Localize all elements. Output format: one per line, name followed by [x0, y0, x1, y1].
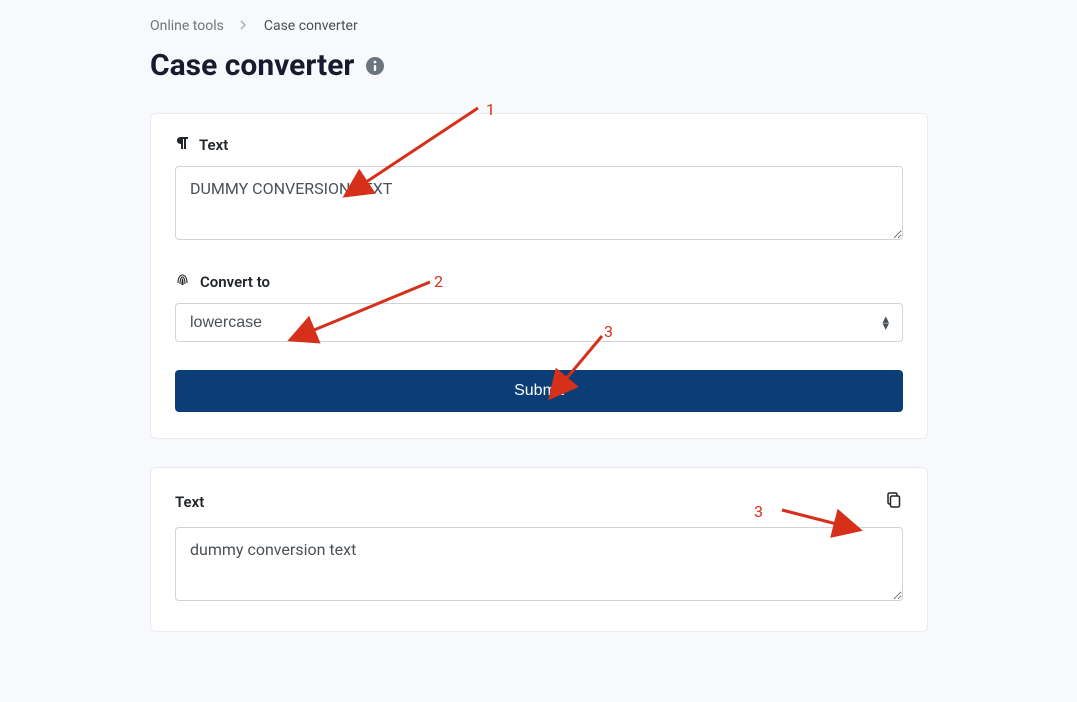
output-label: Text — [175, 493, 204, 511]
copy-icon — [885, 496, 901, 511]
text-input[interactable]: DUMMY CONVERSION TEXT — [175, 166, 903, 240]
text-field-label: Text — [175, 136, 903, 154]
copy-button[interactable] — [883, 490, 903, 513]
output-card: Text dummy conversion text — [150, 467, 928, 632]
convert-to-label-text: Convert to — [200, 273, 270, 291]
text-label-text: Text — [199, 136, 228, 154]
submit-button[interactable]: Submit — [175, 370, 903, 412]
output-text[interactable]: dummy conversion text — [175, 527, 903, 601]
convert-to-select[interactable]: lowercase — [175, 303, 903, 342]
breadcrumb: Online tools Case converter — [150, 18, 928, 34]
input-card: Text DUMMY CONVERSION TEXT Convert to lo… — [150, 113, 928, 439]
breadcrumb-parent-link[interactable]: Online tools — [150, 18, 224, 34]
fingerprint-icon — [175, 272, 190, 291]
paragraph-icon — [175, 136, 189, 154]
page-title: Case converter — [150, 48, 354, 83]
breadcrumb-current: Case converter — [264, 18, 358, 34]
info-icon[interactable] — [366, 57, 384, 75]
chevron-right-icon — [240, 19, 248, 34]
convert-to-field-label: Convert to — [175, 272, 903, 291]
